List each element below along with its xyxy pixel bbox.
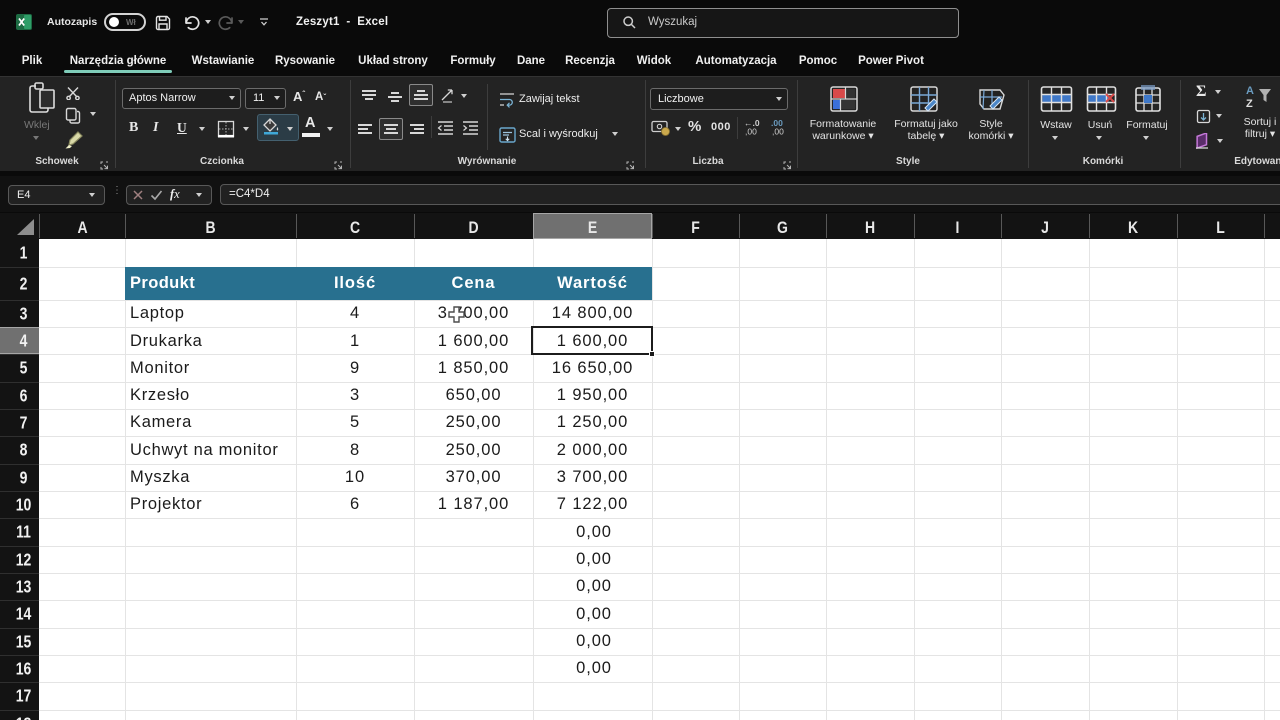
svg-text:Z: Z	[1246, 98, 1253, 110]
svg-text:A: A	[1246, 85, 1254, 97]
svg-text:,00: ,00	[772, 127, 784, 137]
svg-text:,00: ,00	[745, 127, 757, 137]
